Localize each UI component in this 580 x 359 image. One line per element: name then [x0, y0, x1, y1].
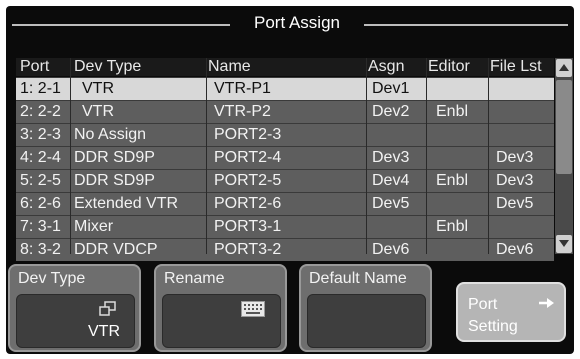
table-row[interactable]: 3: 2-3 No Assign PORT2-3 [16, 123, 554, 146]
dev-type-value: VTR [88, 323, 120, 340]
cell-dev-type: VTR [82, 103, 114, 120]
cell-dev-type: No Assign [74, 126, 147, 143]
port-assign-screen: Port Assign Port Dev Type Name Asgn Edit… [6, 6, 574, 354]
window-stack-icon [99, 301, 116, 316]
port-setting-line1: Port [468, 296, 498, 313]
cell-name: PORT2-4 [214, 149, 282, 166]
cell-editor: Enbl [436, 218, 469, 235]
cell-dev-type: Mixer [74, 218, 114, 235]
scroll-down-button[interactable] [556, 235, 572, 253]
table-row[interactable]: 4: 2-4 DDR SD9P PORT2-4 Dev3 Dev3 [16, 146, 554, 169]
table-row[interactable]: 8: 3-2 DDR VDCP PORT3-2 Dev6 Dev6 [16, 238, 554, 261]
title-rule-right [364, 24, 568, 26]
port-setting-line2: Setting [468, 318, 518, 335]
cell-port: 2: 2-2 [20, 103, 61, 120]
default-name-button-label: Default Name [309, 270, 407, 287]
table-row[interactable]: 1: 2-1 VTR VTR-P1 Dev1 [16, 77, 554, 100]
cell-port: 8: 3-2 [20, 241, 61, 258]
table-row[interactable]: 7: 3-1 Mixer PORT3-1 Enbl [16, 215, 554, 238]
rename-button-label: Rename [164, 270, 225, 287]
cell-name: PORT3-1 [214, 218, 282, 235]
cell-asgn: Dev3 [372, 149, 410, 166]
cell-file-lst: Dev5 [496, 195, 534, 212]
col-asgn-header: Asgn [368, 58, 405, 75]
keyboard-icon [241, 301, 265, 317]
triangle-up-icon [559, 64, 569, 71]
table-row[interactable]: 2: 2-2 VTR VTR-P2 Dev2 Enbl [16, 100, 554, 123]
cell-asgn: Dev2 [372, 103, 410, 120]
port-setting-button[interactable]: Port Setting [456, 282, 566, 342]
cell-port: 4: 2-4 [20, 149, 61, 166]
cell-file-lst: Dev3 [496, 172, 534, 189]
cell-name: VTR-P2 [214, 103, 271, 120]
arrow-right-icon [539, 298, 554, 308]
cell-file-lst: Dev3 [496, 149, 534, 166]
title-rule-left [12, 24, 230, 26]
rename-button[interactable]: Rename [154, 264, 287, 352]
cell-asgn: Dev1 [372, 80, 410, 97]
cell-asgn: Dev4 [372, 172, 410, 189]
cell-port: 7: 3-1 [20, 218, 61, 235]
table-row[interactable]: 6: 2-6 Extended VTR PORT2-6 Dev5 Dev5 [16, 192, 554, 215]
rename-button-panel [162, 294, 281, 348]
cell-dev-type: DDR SD9P [74, 172, 155, 189]
scroll-up-button[interactable] [556, 59, 572, 77]
cell-editor: Enbl [436, 172, 469, 189]
table-row[interactable]: 5: 2-5 DDR SD9P PORT2-5 Dev4 Enbl Dev3 [16, 169, 554, 192]
port-table: Port Dev Type Name Asgn Editor File Lst … [16, 58, 554, 261]
title-bar: Port Assign [12, 11, 568, 39]
dev-type-button-label: Dev Type [18, 270, 86, 287]
column-divider [426, 58, 427, 254]
table-body: 1: 2-1 VTR VTR-P1 Dev1 2: 2-2 VTR VTR-P2… [16, 77, 554, 261]
cell-port: 5: 2-5 [20, 172, 61, 189]
scroll-thumb[interactable] [556, 80, 572, 174]
cell-asgn: Dev6 [372, 241, 410, 258]
cell-dev-type: VTR [82, 80, 114, 97]
col-name-header: Name [208, 58, 251, 75]
col-port-header: Port [20, 58, 50, 75]
default-name-button-panel [307, 294, 426, 348]
cell-dev-type: Extended VTR [74, 195, 179, 212]
default-name-button[interactable]: Default Name [299, 264, 432, 352]
cell-port: 6: 2-6 [20, 195, 61, 212]
column-divider [70, 58, 71, 254]
cell-asgn: Dev5 [372, 195, 410, 212]
page-title: Port Assign [254, 13, 340, 32]
cell-name: PORT2-6 [214, 195, 282, 212]
dev-type-button[interactable]: Dev Type VTR [8, 264, 141, 352]
cell-editor: Enbl [436, 103, 469, 120]
table-scrollbar[interactable] [555, 58, 573, 254]
column-divider [366, 58, 367, 254]
cell-dev-type: DDR SD9P [74, 149, 155, 166]
dev-type-button-panel: VTR [16, 294, 135, 348]
table-header: Port Dev Type Name Asgn Editor File Lst [16, 58, 554, 76]
column-divider [206, 58, 207, 254]
cell-port: 3: 2-3 [20, 126, 61, 143]
col-editor-header: Editor [428, 58, 470, 75]
cell-name: VTR-P1 [214, 80, 271, 97]
cell-port: 1: 2-1 [20, 80, 61, 97]
cell-dev-type: DDR VDCP [74, 241, 158, 258]
cell-file-lst: Dev6 [496, 241, 534, 258]
port-setting-label: Port Setting [468, 294, 518, 338]
column-divider [488, 58, 489, 254]
col-file-lst-header: File Lst [490, 58, 542, 75]
cell-name: PORT2-3 [214, 126, 282, 143]
col-dev-type-header: Dev Type [74, 58, 142, 75]
cell-name: PORT2-5 [214, 172, 282, 189]
triangle-down-icon [559, 240, 569, 247]
cell-name: PORT3-2 [214, 241, 282, 258]
